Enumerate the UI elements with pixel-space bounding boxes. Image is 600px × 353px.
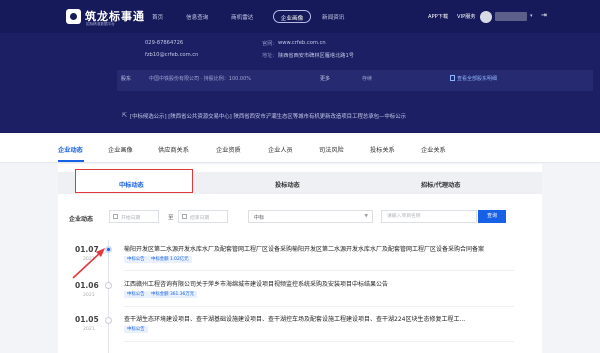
company-website[interactable]: www.crfeb.com.cn <box>278 40 326 46</box>
shareholder-label: 股东 <box>121 76 132 82</box>
start-date-picker[interactable]: 开始日期 <box>109 210 159 223</box>
tab-bidding-relations[interactable]: 投标关系 <box>370 145 395 154</box>
row-divider <box>124 306 514 307</box>
shareholder-value: 中国中铁股份有限公司 · 持股比例：100.00% <box>149 76 252 82</box>
user-name-redacted[interactable] <box>495 12 527 21</box>
nav-item-info-query[interactable]: 信息查询 <box>186 13 208 21</box>
tab-personnel[interactable]: 企业人员 <box>268 145 293 154</box>
company-email: fzb10@crfeb.com.cn <box>145 52 199 58</box>
vip-service-link[interactable]: VIP服务 <box>457 13 476 20</box>
company-phone: 029-87864726 <box>145 40 184 46</box>
document-icon <box>450 75 455 81</box>
latest-notice[interactable]: [中标候选公示] [陕西省公共资源交易中心] 陕西省西安市浐灞生态区等城市有机更… <box>130 112 406 120</box>
subtab-bid-dynamics[interactable]: 投标动态 <box>275 180 300 189</box>
chevron-down-icon: ▼ <box>364 214 368 219</box>
subtab-tender-agent-dynamics[interactable]: 招标/代理动态 <box>421 180 460 189</box>
logo-icon[interactable] <box>66 9 81 24</box>
logout-icon[interactable]: ⇥ <box>541 11 547 19</box>
nav-item-opportunity-radar[interactable]: 商机雷达 <box>231 13 253 21</box>
tab-enterprise-dynamics[interactable]: 企业动态 <box>58 145 83 154</box>
amount-badge: 中标金额 361.36万元 <box>148 291 198 298</box>
project-search-input[interactable] <box>382 211 476 222</box>
tab-judicial-risk[interactable]: 司法风险 <box>319 145 344 154</box>
timeline-dot <box>105 317 112 324</box>
type-select-value: 中标 <box>254 215 265 221</box>
tab-qualifications[interactable]: 企业资质 <box>216 145 241 154</box>
row-divider <box>124 270 514 271</box>
subtab-award-dynamics[interactable]: 中标动态 <box>119 180 144 189</box>
extra-value: 存续 <box>362 76 373 82</box>
award-item-title[interactable]: 江西赣州工程咨询有限公司关于萍乡市海绵城市建设项目视频监控系统采购及安装项目中标… <box>124 279 388 288</box>
user-avatar[interactable] <box>480 11 492 23</box>
tab-enterprise-profile[interactable]: 企业画像 <box>108 145 133 154</box>
amount-badge: 中标金额 1.02亿元 <box>148 256 192 263</box>
end-date-placeholder: 结束日期 <box>190 216 210 221</box>
calendar-icon <box>113 214 118 219</box>
announcement-icon: ⇱ <box>122 112 128 119</box>
search-button[interactable]: 查询 <box>478 210 506 223</box>
nav-item-enterprise-profile[interactable]: 企业画像 <box>273 10 311 23</box>
end-date-picker[interactable]: 结束日期 <box>178 210 228 223</box>
row-divider <box>124 341 514 342</box>
project-search-box[interactable] <box>381 210 477 223</box>
timeline-year: 2021 <box>83 327 95 332</box>
nav-item-label: 企业画像 <box>280 15 304 22</box>
award-item-title[interactable]: 查干湖生态环境建设项目、查干湖基础设施建设项目、查干湖控车场及配套设施工程建设项… <box>124 314 465 323</box>
tab-suppliers[interactable]: 供应商关系 <box>158 145 189 154</box>
award-item-title[interactable]: 榆阳开发区第二水源开发水库水厂及配套管网工程厂区设备采购榆阳开发区第二水源开发水… <box>124 244 484 253</box>
timeline-year: 2021 <box>83 293 95 298</box>
nav-item-home[interactable]: 首页 <box>152 13 163 21</box>
type-badge: 中标公告 <box>124 291 148 298</box>
website-label: 官网: <box>262 41 275 47</box>
main-tab-bar <box>0 133 600 163</box>
address-label: 地址: <box>262 53 275 59</box>
logo-subtitle: 招标精准数据平台 <box>86 22 115 26</box>
calendar-icon <box>182 214 187 219</box>
chevron-down-icon[interactable]: ▾ <box>530 13 533 19</box>
shareholder-detail-link[interactable]: 查看全部股东明细 <box>457 75 497 82</box>
timeline-date: 01.05 <box>75 315 99 324</box>
tab-enterprise-relations[interactable]: 企业关系 <box>421 145 446 154</box>
type-select[interactable]: 中标 ▼ <box>248 210 373 223</box>
app-download-link[interactable]: APP下载 <box>428 13 448 20</box>
start-date-placeholder: 开始日期 <box>121 216 141 221</box>
filter-label: 企业动态 <box>69 216 94 223</box>
type-badge: 中标公告 <box>124 256 148 263</box>
extra-label: 更多 <box>320 76 331 82</box>
type-badge: 中标公告 <box>124 326 148 333</box>
nav-item-news[interactable]: 新闻资讯 <box>322 13 344 21</box>
company-address: 陕西省西安市碑林区雁塔北路1号 <box>278 53 354 59</box>
annotation-arrow <box>72 248 105 279</box>
active-tab-indicator <box>58 160 84 162</box>
date-range-to: 至 <box>168 215 174 221</box>
